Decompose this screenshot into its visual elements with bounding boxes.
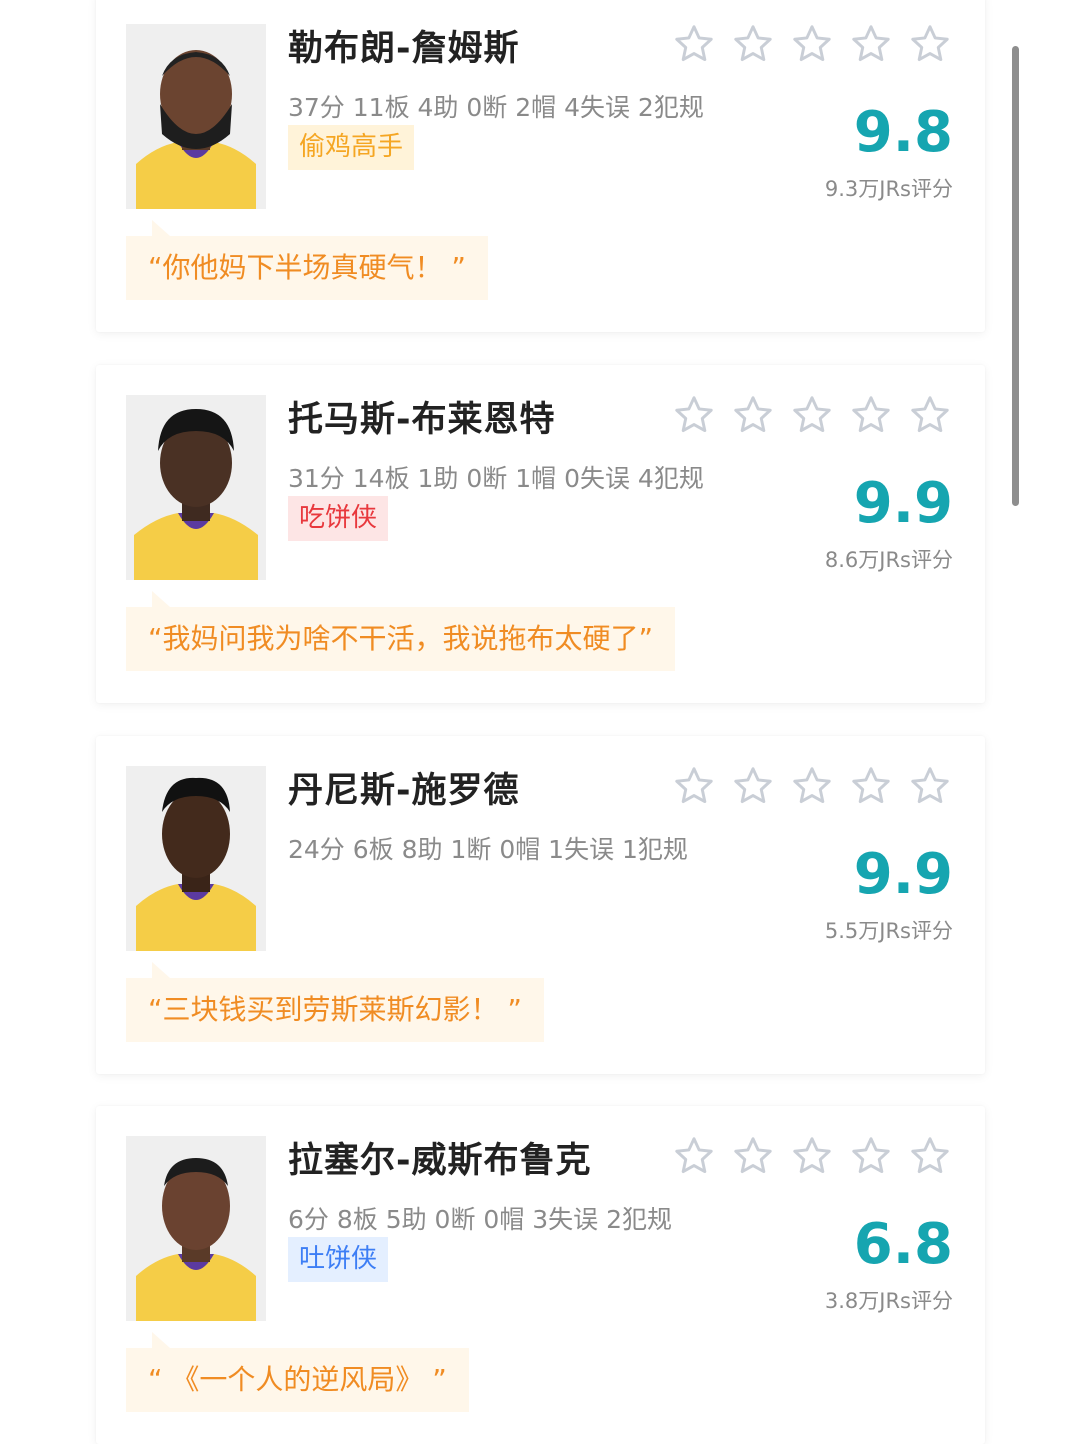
player-rating-card[interactable]: 勒布朗-詹姆斯 37分 11板 4助 0断 2帽 4失误 2犯规 偷鸡高手 9.… bbox=[96, 0, 985, 332]
player-score: 9.8 bbox=[853, 100, 953, 165]
star-icon[interactable] bbox=[790, 764, 834, 808]
star-rating[interactable] bbox=[672, 22, 952, 66]
player-stats: 24分 6板 8助 1断 0帽 1失误 1犯规 bbox=[288, 835, 688, 864]
player-score: 6.8 bbox=[853, 1212, 953, 1277]
rating-count: 5.5万JRs评分 bbox=[824, 919, 953, 943]
player-name: 丹尼斯-施罗德 bbox=[288, 771, 520, 811]
star-rating[interactable] bbox=[672, 764, 952, 808]
player-name: 托马斯-布莱恩特 bbox=[288, 400, 556, 440]
player-name: 勒布朗-詹姆斯 bbox=[288, 29, 520, 69]
rating-count: 3.8万JRs评分 bbox=[824, 1289, 953, 1313]
player-score: 9.9 bbox=[853, 471, 953, 536]
player-name: 拉塞尔-威斯布鲁克 bbox=[288, 1141, 592, 1181]
player-rating-card[interactable]: 托马斯-布莱恩特 31分 14板 1助 0断 1帽 0失误 4犯规 吃饼侠 9.… bbox=[96, 365, 985, 703]
top-comment[interactable]: “三块钱买到劳斯莱斯幻影！ ” bbox=[126, 962, 544, 1042]
rating-count: 9.3万JRs评分 bbox=[824, 177, 953, 201]
player-headshot-icon[interactable] bbox=[126, 395, 266, 580]
player-badge: 吐饼侠 bbox=[288, 1237, 389, 1282]
player-rating-feed: 勒布朗-詹姆斯 37分 11板 4助 0断 2帽 4失误 2犯规 偷鸡高手 9.… bbox=[0, 0, 1080, 1444]
player-stats: 6分 8板 5助 0断 0帽 3失误 2犯规 bbox=[288, 1205, 673, 1234]
star-icon[interactable] bbox=[790, 22, 834, 66]
star-icon[interactable] bbox=[849, 1134, 893, 1178]
star-icon[interactable] bbox=[908, 22, 952, 66]
star-rating[interactable] bbox=[672, 393, 952, 437]
vertical-scrollbar[interactable] bbox=[1012, 46, 1019, 506]
star-icon[interactable] bbox=[731, 1134, 775, 1178]
star-icon[interactable] bbox=[672, 1134, 716, 1178]
star-icon[interactable] bbox=[908, 393, 952, 437]
player-headshot-icon[interactable] bbox=[126, 1136, 266, 1321]
star-icon[interactable] bbox=[731, 393, 775, 437]
top-comment[interactable]: “ 《一个人的逆风局》 ” bbox=[126, 1332, 469, 1412]
star-icon[interactable] bbox=[672, 393, 716, 437]
player-rating-card[interactable]: 拉塞尔-威斯布鲁克 6分 8板 5助 0断 0帽 3失误 2犯规 吐饼侠 6.8… bbox=[96, 1106, 985, 1444]
star-icon[interactable] bbox=[849, 22, 893, 66]
star-icon[interactable] bbox=[790, 1134, 834, 1178]
player-headshot-icon[interactable] bbox=[126, 24, 266, 209]
star-icon[interactable] bbox=[672, 764, 716, 808]
star-icon[interactable] bbox=[672, 22, 716, 66]
player-stats: 31分 14板 1助 0断 1帽 0失误 4犯规 bbox=[288, 464, 704, 493]
star-icon[interactable] bbox=[731, 764, 775, 808]
star-icon[interactable] bbox=[731, 22, 775, 66]
player-badge: 偷鸡高手 bbox=[288, 125, 415, 170]
star-icon[interactable] bbox=[790, 393, 834, 437]
star-icon[interactable] bbox=[849, 764, 893, 808]
rating-count: 8.6万JRs评分 bbox=[824, 548, 953, 572]
player-headshot-icon[interactable] bbox=[126, 766, 266, 951]
star-icon[interactable] bbox=[908, 764, 952, 808]
star-icon[interactable] bbox=[849, 393, 893, 437]
top-comment[interactable]: “你他妈下半场真硬气！ ” bbox=[126, 220, 488, 300]
player-score: 9.9 bbox=[853, 842, 953, 907]
star-rating[interactable] bbox=[672, 1134, 952, 1178]
player-rating-card[interactable]: 丹尼斯-施罗德 24分 6板 8助 1断 0帽 1失误 1犯规 9.9 5.5万… bbox=[96, 736, 985, 1074]
player-stats: 37分 11板 4助 0断 2帽 4失误 2犯规 bbox=[288, 93, 704, 122]
player-badge: 吃饼侠 bbox=[288, 496, 389, 541]
star-icon[interactable] bbox=[908, 1134, 952, 1178]
top-comment[interactable]: “我妈问我为啥不干活，我说拖布太硬了” bbox=[126, 591, 676, 671]
